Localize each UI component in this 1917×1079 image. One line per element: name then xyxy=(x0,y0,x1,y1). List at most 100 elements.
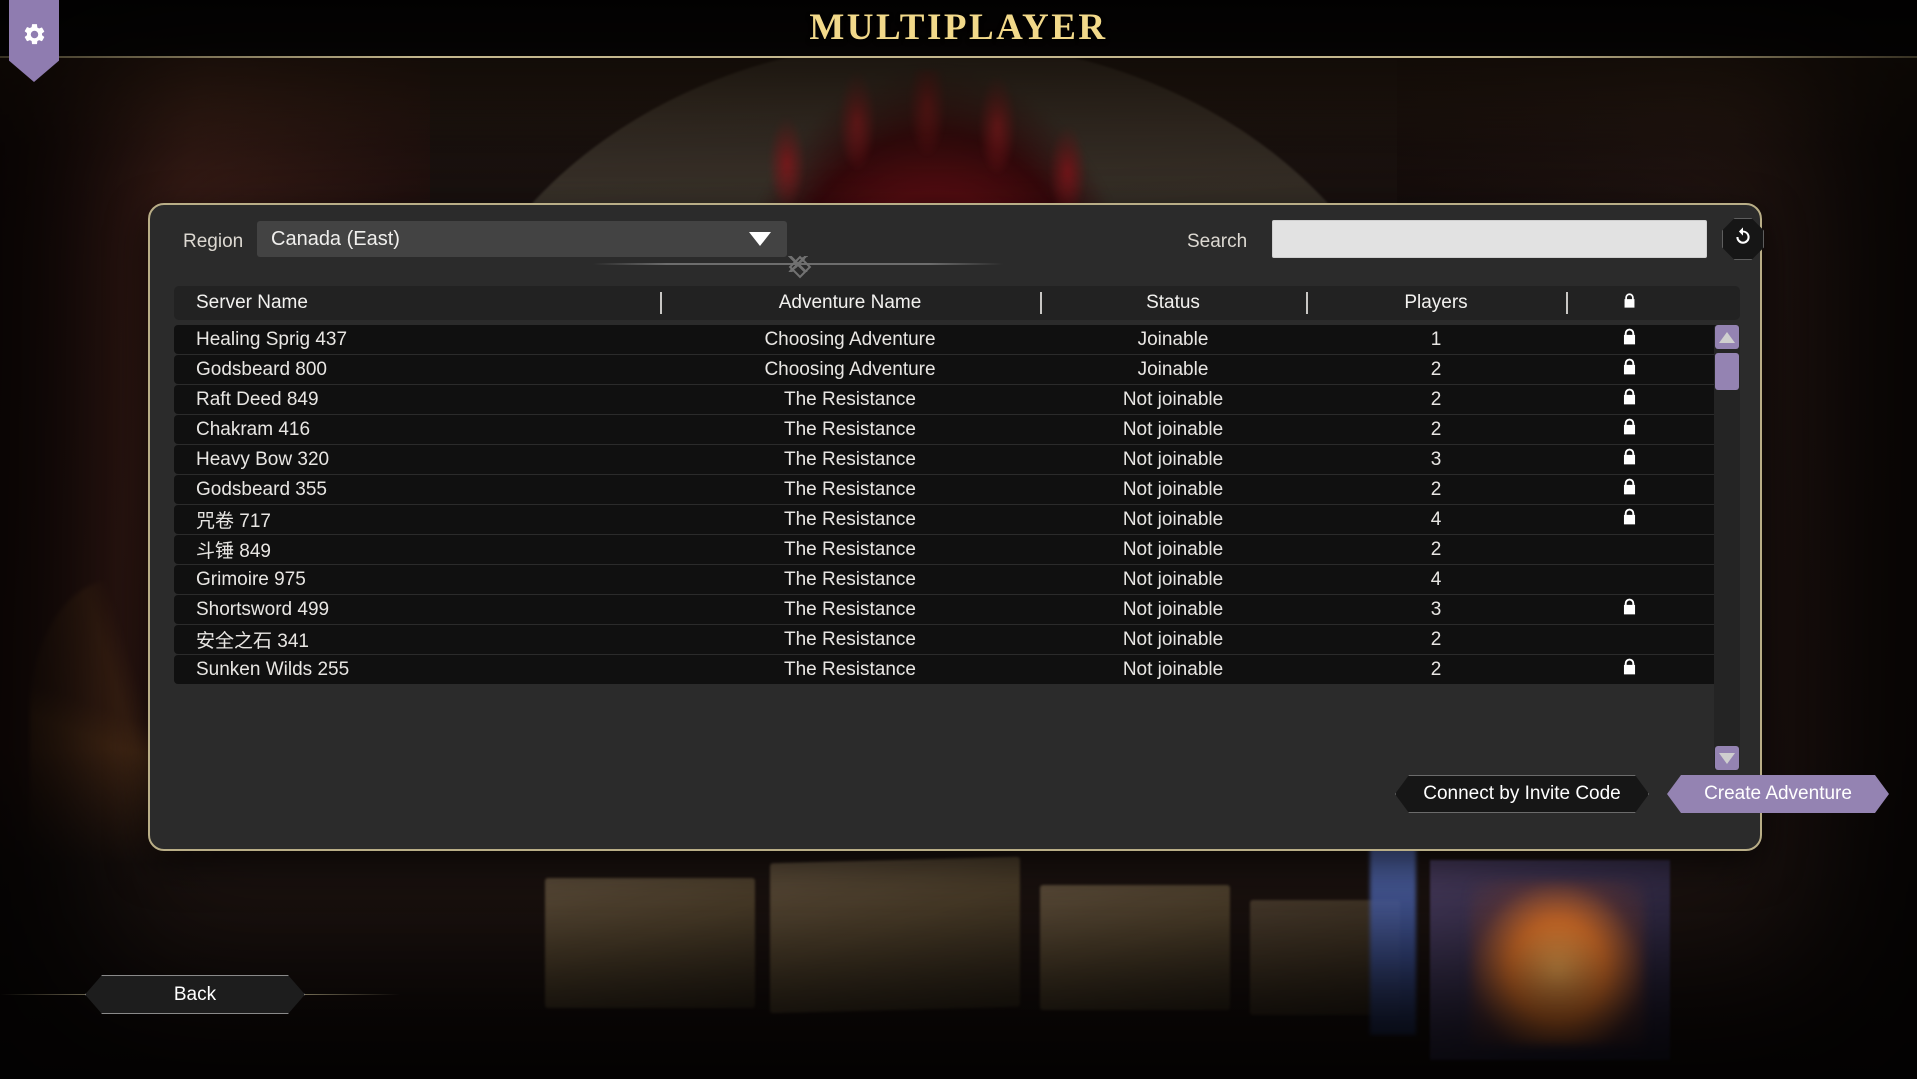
divider-diamond-icon xyxy=(781,256,815,272)
lock-icon xyxy=(1620,477,1639,502)
cell-status: Not joinable xyxy=(1122,538,1224,560)
cell-status: Joinable xyxy=(1137,328,1209,350)
server-list: Server Name Adventure Name Status Player… xyxy=(174,286,1740,770)
cell-server-name: Raft Deed 849 xyxy=(196,388,319,410)
cell-players: 4 xyxy=(1430,568,1442,590)
cell-players: 3 xyxy=(1430,598,1442,620)
cell-adventure-name: The Resistance xyxy=(783,508,916,530)
cell-status: Not joinable xyxy=(1122,658,1224,680)
table-row[interactable]: Raft Deed 849 The Resistance Not joinable 2 xyxy=(174,385,1740,414)
scroll-up-button[interactable] xyxy=(1715,325,1739,349)
lock-icon xyxy=(1620,327,1639,352)
cell-lock xyxy=(1566,327,1692,352)
cell-adventure-name: The Resistance xyxy=(783,658,916,680)
column-header-players[interactable]: Players xyxy=(1306,292,1566,314)
table-row[interactable]: Godsbeard 355 The Resistance Not joinable 2 xyxy=(174,475,1740,504)
column-header-status[interactable]: Status xyxy=(1040,292,1306,314)
scrollbar-thumb[interactable] xyxy=(1715,353,1739,390)
lock-icon xyxy=(1620,357,1639,382)
cell-players: 2 xyxy=(1430,388,1442,410)
cell-status: Not joinable xyxy=(1122,478,1224,500)
cell-players: 1 xyxy=(1430,328,1442,350)
cell-adventure-name: Choosing Adventure xyxy=(764,358,936,380)
region-selected-value: Canada (East) xyxy=(271,227,400,250)
table-row[interactable]: Chakram 416 The Resistance Not joinable 2 xyxy=(174,415,1740,444)
header-separator xyxy=(1306,292,1308,314)
column-header-server-name[interactable]: Server Name xyxy=(174,292,660,314)
header-bar: MULTIPLAYER xyxy=(0,0,1917,58)
server-list-scrollbar[interactable] xyxy=(1714,325,1740,770)
create-adventure-button[interactable]: Create Adventure xyxy=(1667,775,1889,813)
cell-players: 2 xyxy=(1430,358,1442,380)
cell-status: Not joinable xyxy=(1122,628,1224,650)
table-row[interactable]: Heavy Bow 320 The Resistance Not joinable 3 xyxy=(174,445,1740,474)
table-row[interactable]: Shortsword 499 The Resistance Not joinable… xyxy=(174,595,1740,624)
cell-players: 2 xyxy=(1430,658,1442,680)
table-row[interactable]: Healing Sprig 437 Choosing Adventure Joina… xyxy=(174,325,1740,354)
back-label: Back xyxy=(173,983,217,1005)
header-separator xyxy=(1566,292,1568,314)
cell-server-name: Heavy Bow 320 xyxy=(196,448,330,470)
region-dropdown[interactable]: Canada (East) xyxy=(257,221,787,257)
cell-players: 2 xyxy=(1430,538,1442,560)
cell-status: Not joinable xyxy=(1122,418,1224,440)
back-button-area: Back xyxy=(0,975,400,1015)
scroll-down-button[interactable] xyxy=(1715,746,1739,770)
cell-players: 4 xyxy=(1430,508,1442,530)
back-button[interactable]: Back xyxy=(85,975,305,1014)
server-rows-container[interactable]: Healing Sprig 437 Choosing Adventure Joina… xyxy=(174,325,1740,770)
cell-server-name: Godsbeard 800 xyxy=(196,358,327,380)
table-row[interactable]: Grimoire 975 The Resistance Not joinable 4 xyxy=(174,565,1740,594)
ornamental-divider xyxy=(593,256,1003,272)
cell-adventure-name: The Resistance xyxy=(783,418,916,440)
table-row[interactable]: 安全之石 341 The Resistance Not joinable 2 xyxy=(174,625,1740,654)
cell-players: 2 xyxy=(1430,628,1442,650)
cell-status: Joinable xyxy=(1137,358,1209,380)
cell-lock xyxy=(1566,447,1692,472)
cell-lock xyxy=(1566,507,1692,532)
cell-adventure-name: The Resistance xyxy=(783,448,916,470)
search-label: Search xyxy=(1187,231,1248,252)
column-header-lock[interactable] xyxy=(1566,292,1692,315)
cell-server-name: Chakram 416 xyxy=(196,418,311,440)
cell-lock xyxy=(1566,417,1692,442)
cell-server-name: Godsbeard 355 xyxy=(196,478,327,500)
table-header-row: Server Name Adventure Name Status Player… xyxy=(174,286,1740,320)
lock-icon xyxy=(1620,387,1639,412)
chevron-up-icon xyxy=(1719,331,1735,343)
column-header-adventure-name[interactable]: Adventure Name xyxy=(660,292,1040,314)
lock-icon xyxy=(1620,657,1639,682)
region-label: Region xyxy=(183,231,244,252)
lock-icon xyxy=(1620,417,1639,442)
cell-adventure-name: The Resistance xyxy=(783,538,916,560)
header-separator xyxy=(1040,292,1042,314)
table-row[interactable]: 斗锤 849 The Resistance Not joinable 2 xyxy=(174,535,1740,564)
header-divider-line xyxy=(0,56,1917,58)
cell-lock xyxy=(1566,357,1692,382)
cell-players: 2 xyxy=(1430,418,1442,440)
cell-status: Not joinable xyxy=(1122,598,1224,620)
gear-icon xyxy=(22,22,47,52)
cell-server-name: Sunken Wilds 255 xyxy=(196,658,350,680)
cell-status: Not joinable xyxy=(1122,388,1224,410)
connect-by-invite-code-label: Connect by Invite Code xyxy=(1423,783,1621,804)
search-input[interactable] xyxy=(1272,220,1707,258)
lock-icon xyxy=(1620,447,1639,472)
cell-adventure-name: The Resistance xyxy=(783,598,916,620)
cell-players: 3 xyxy=(1430,448,1442,470)
multiplayer-panel: Region Canada (East) Search Server Name … xyxy=(148,203,1762,851)
lock-icon xyxy=(1620,597,1639,622)
cell-server-name: 斗锤 849 xyxy=(196,541,271,562)
table-row[interactable]: Sunken Wilds 255 The Resistance Not joinab… xyxy=(174,655,1740,684)
table-row[interactable]: 咒卷 717 The Resistance Not joinable 4 xyxy=(174,505,1740,534)
cell-server-name: Healing Sprig 437 xyxy=(196,328,348,350)
connect-by-invite-code-button[interactable]: Connect by Invite Code xyxy=(1395,775,1649,813)
cell-adventure-name: The Resistance xyxy=(783,388,916,410)
cell-server-name: Grimoire 975 xyxy=(196,568,306,590)
refresh-button[interactable] xyxy=(1722,218,1764,260)
cell-server-name: Shortsword 499 xyxy=(196,598,330,620)
cell-adventure-name: The Resistance xyxy=(783,628,916,650)
table-row[interactable]: Godsbeard 800 Choosing Adventure Joinable 2 xyxy=(174,355,1740,384)
cell-server-name: 安全之石 341 xyxy=(196,631,309,652)
cell-players: 2 xyxy=(1430,478,1442,500)
